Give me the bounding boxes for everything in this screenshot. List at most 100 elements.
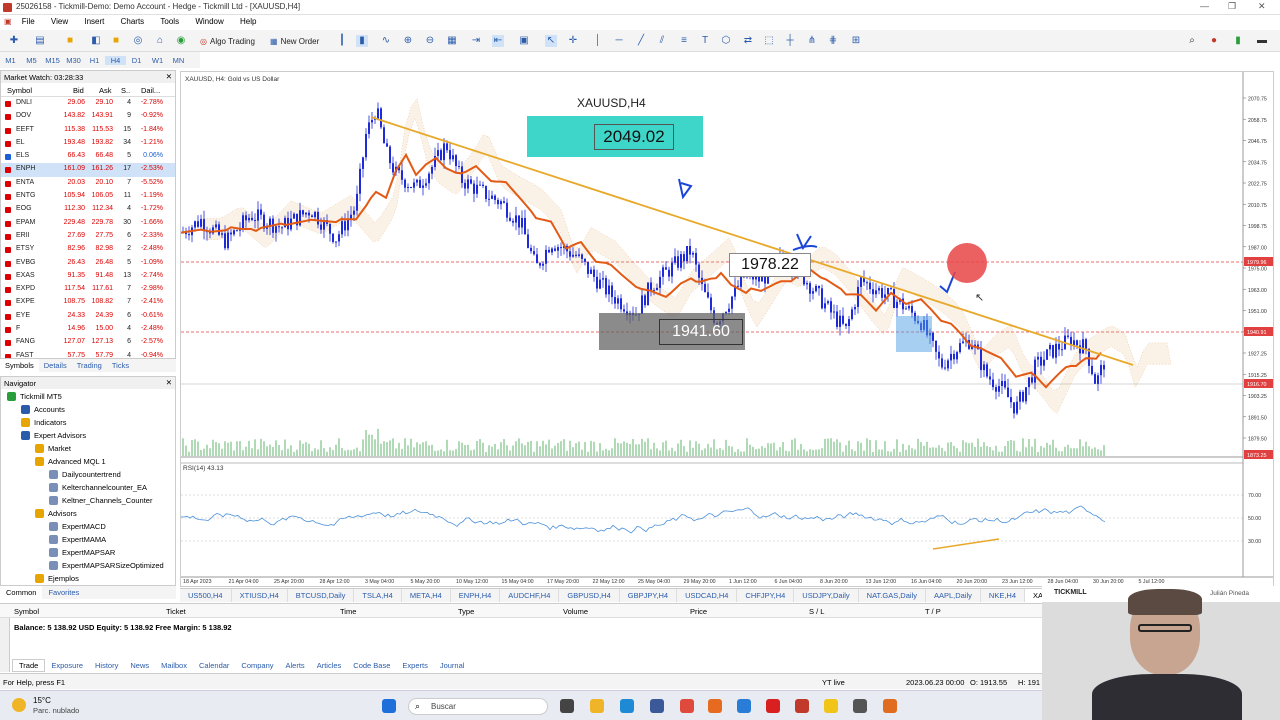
chart-tab[interactable]: USDCAD,H4	[677, 589, 738, 602]
col-type[interactable]: Type	[458, 607, 474, 616]
col-price[interactable]: Price	[690, 607, 707, 616]
notes-icon[interactable]	[824, 699, 838, 713]
tf-w1[interactable]: W1	[147, 56, 168, 65]
menu-tools[interactable]: Tools	[156, 15, 183, 28]
market-watch-row[interactable]: DOV 143.82 143.91 9 -0.92%	[1, 110, 175, 123]
chart-tab[interactable]: USDJPY,Daily	[794, 589, 859, 602]
folder-icon[interactable]: ■	[64, 35, 76, 47]
close-icon[interactable]: ✕	[166, 72, 172, 81]
signals-icon[interactable]: ◉	[175, 35, 187, 47]
chart-tab[interactable]: TSLA,H4	[354, 589, 402, 602]
market-watch-row[interactable]: F 14.96 15.00 4 -2.48%	[1, 323, 175, 336]
nav-ea-7[interactable]: ExpertMAPSARSizeOptimized	[49, 561, 164, 570]
autoscroll-icon[interactable]: ⇥	[470, 35, 482, 47]
profiles-icon[interactable]: ▤	[34, 35, 46, 47]
signal-icon[interactable]: ▬	[1256, 35, 1268, 47]
pdf-icon[interactable]	[795, 699, 809, 713]
chart-tab[interactable]: GBPJPY,H4	[620, 589, 678, 602]
nav-ea-3[interactable]: Keltner_Channels_Counter	[49, 496, 152, 505]
market-watch-row[interactable]: EVBG 26.43 26.48 5 -1.09%	[1, 257, 175, 270]
candles-icon[interactable]: ▮	[356, 35, 368, 47]
status-profile[interactable]: YT live	[822, 678, 845, 687]
tf-m5[interactable]: M5	[21, 56, 42, 65]
tab-trading[interactable]: Trading	[72, 359, 107, 372]
menu-charts[interactable]: Charts	[117, 15, 149, 28]
chrome-icon[interactable]	[680, 699, 694, 713]
options-icon[interactable]: ◧	[90, 35, 102, 47]
market-watch-row[interactable]: EL 193.48 193.82 34 -1.21%	[1, 137, 175, 150]
menu-file[interactable]: File	[18, 15, 39, 28]
text-icon[interactable]: T	[699, 35, 711, 47]
algo-trading-button[interactable]: ◎ Algo Trading	[200, 34, 255, 48]
col-spread[interactable]: S..	[121, 86, 130, 95]
chart-tab[interactable]: NKE,H4	[981, 589, 1025, 602]
tab-details[interactable]: Details	[39, 359, 72, 372]
chart-tab[interactable]: META,H4	[402, 589, 451, 602]
toolbox-tab[interactable]: Exposure	[45, 660, 89, 671]
market-watch-row[interactable]: ELS 66.43 66.48 5 0.06%	[1, 150, 175, 163]
toolbox-tab[interactable]: Journal	[434, 660, 471, 671]
col-daily[interactable]: Dail...	[141, 86, 160, 95]
toolbox-tab[interactable]: Mailbox	[155, 660, 193, 671]
tf-m30[interactable]: M30	[63, 56, 84, 65]
market-watch-row[interactable]: EPAM 229.48 229.78 30 -1.66%	[1, 217, 175, 230]
notifications-icon[interactable]: ●	[1208, 35, 1220, 47]
toolbox-tab[interactable]: Articles	[311, 660, 348, 671]
rectangle-icon[interactable]: ⬚	[763, 35, 775, 47]
arrows-icon[interactable]: ⇄	[742, 35, 754, 47]
nav-indicators[interactable]: Indicators	[21, 418, 67, 427]
trendline-icon[interactable]: ╱	[635, 35, 647, 47]
toolbox-tab[interactable]: History	[89, 660, 124, 671]
nav-ea-5[interactable]: ExpertMAMA	[49, 535, 106, 544]
nav-ea-6[interactable]: ExpertMAPSAR	[49, 548, 115, 557]
recorder-icon[interactable]	[883, 699, 897, 713]
crosshair-icon[interactable]: ✛	[567, 35, 579, 47]
market-watch-row[interactable]: EXPD 117.54 117.61 7 -2.98%	[1, 283, 175, 296]
opera-icon[interactable]	[766, 699, 780, 713]
fibo-fan-icon[interactable]: ⋕	[827, 35, 839, 47]
market-watch-row[interactable]: ETSY 82.96 82.98 2 -2.48%	[1, 243, 175, 256]
market-watch-row[interactable]: EXAS 91.35 91.48 13 -2.74%	[1, 270, 175, 283]
bar-chart-icon[interactable]: ┃	[336, 35, 348, 47]
toolbox-sidebar[interactable]	[0, 618, 10, 672]
firefox-icon[interactable]	[708, 699, 722, 713]
lock-icon[interactable]: ■	[110, 35, 122, 47]
chart-tab[interactable]: US500,H4	[180, 589, 232, 602]
maximize-icon[interactable]: ❐	[1228, 1, 1236, 12]
toolbox-tab[interactable]: Calendar	[193, 660, 235, 671]
menu-help[interactable]: Help	[236, 15, 260, 28]
screenshot-icon[interactable]: ▣	[518, 35, 530, 47]
market-watch-row[interactable]: ERII 27.69 27.75 6 -2.33%	[1, 230, 175, 243]
nav-market[interactable]: Market	[35, 444, 71, 453]
toolbox-tab[interactable]: Company	[235, 660, 279, 671]
col-ask[interactable]: Ask	[99, 86, 112, 95]
market-watch-row[interactable]: FANG 127.07 127.13 6 -2.57%	[1, 336, 175, 349]
tf-h1[interactable]: H1	[84, 56, 105, 65]
col-volume[interactable]: Volume	[563, 607, 588, 616]
tab-symbols[interactable]: Symbols	[0, 359, 39, 372]
chart-tab[interactable]: NAT.GAS,Daily	[859, 589, 926, 602]
chart-tab[interactable]: ENPH,H4	[451, 589, 501, 602]
strategy-icon[interactable]: ◎	[132, 35, 144, 47]
chart-tab[interactable]: XTIUSD,H4	[232, 589, 288, 602]
toolbox-tab[interactable]: Experts	[396, 660, 433, 671]
channel-icon[interactable]: ⫽	[656, 35, 668, 47]
chart-tab[interactable]: AAPL,Daily	[926, 589, 981, 602]
toolbox-tab[interactable]: Alerts	[280, 660, 311, 671]
pitchfork-icon[interactable]: ⋔	[806, 35, 818, 47]
tf-m1[interactable]: M1	[0, 56, 21, 65]
account-icon[interactable]: ▮	[1232, 35, 1244, 47]
gann-icon[interactable]: ┼	[784, 35, 796, 47]
tf-h4[interactable]: H4	[105, 56, 126, 65]
weather-icon[interactable]	[12, 698, 26, 712]
market-watch-row[interactable]: DNLI 29.06 29.10 4 -2.78%	[1, 97, 175, 110]
zoom-out-icon[interactable]: ⊖	[424, 35, 436, 47]
menu-insert[interactable]: Insert	[80, 15, 108, 28]
close-icon[interactable]: ✕	[166, 378, 172, 387]
minimize-icon[interactable]: —	[1200, 1, 1209, 11]
nav-experts[interactable]: Expert Advisors	[21, 431, 86, 440]
menu-window[interactable]: Window	[191, 15, 227, 28]
col-tp[interactable]: T / P	[925, 607, 941, 616]
vline-icon[interactable]: │	[592, 35, 604, 47]
nav-ea-2[interactable]: Kelterchannelcounter_EA	[49, 483, 147, 492]
